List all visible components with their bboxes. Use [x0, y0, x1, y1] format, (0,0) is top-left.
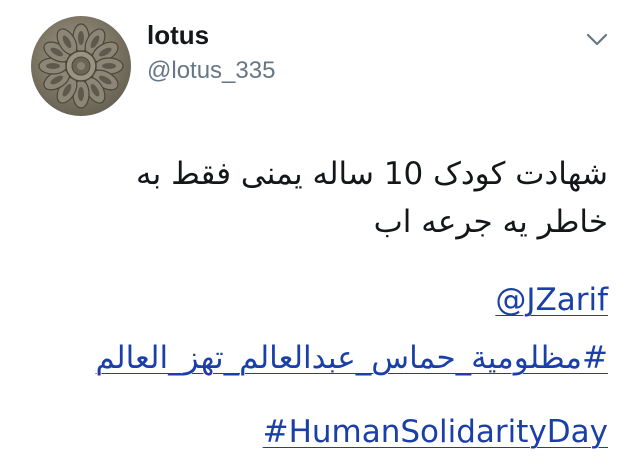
tweet-card: lotus @lotus_335 شهادت کودک 10 ساله یمنی… [0, 0, 639, 467]
tweet-menu-button[interactable] [580, 26, 614, 54]
display-name[interactable]: lotus [147, 18, 209, 52]
tweet-text-line-2: خاطر یه جرعه اب [373, 204, 608, 240]
tweet-text-line-1: شهادت کودک 10 ساله یمنی فقط به [135, 156, 608, 192]
hashtag-link-human-solidarity-day[interactable]: #HumanSolidarityDay [263, 410, 608, 454]
tweet-text: شهادت کودک 10 ساله یمنی فقط به خاطر یه ج… [48, 150, 608, 246]
avatar[interactable] [31, 16, 131, 116]
hashtag-link-arabic[interactable]: #مظلومية_حماس_عبدالعالم_تهز_العالم [96, 336, 608, 380]
user-handle[interactable]: @lotus_335 [147, 55, 275, 87]
lotus-flower-icon [38, 23, 124, 109]
mention-link[interactable]: @JZarif [495, 278, 608, 322]
chevron-down-icon [586, 33, 608, 46]
